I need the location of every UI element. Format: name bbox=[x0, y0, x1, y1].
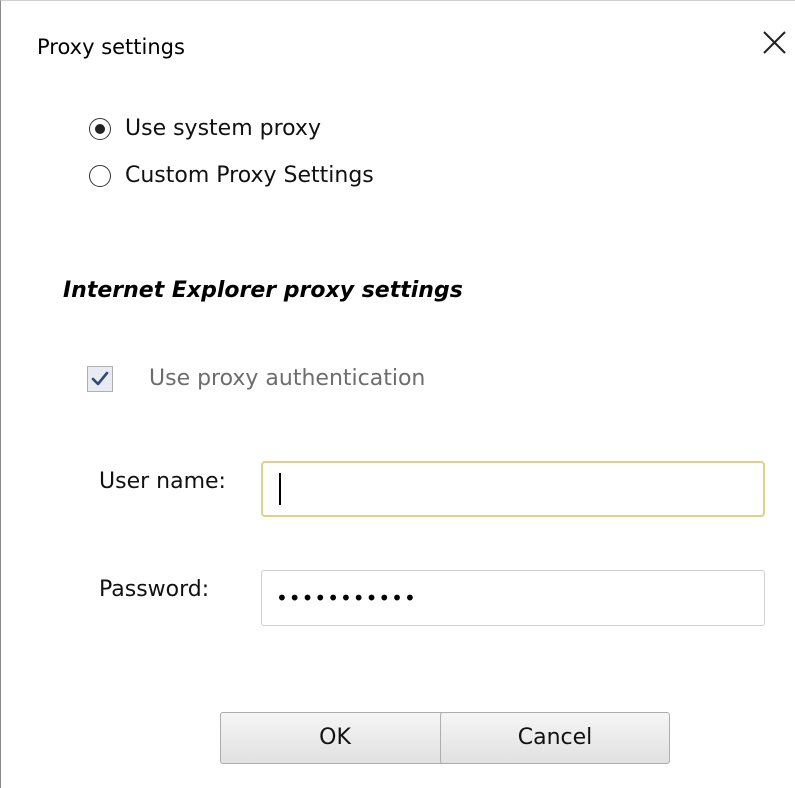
close-button[interactable] bbox=[759, 27, 795, 63]
text-caret bbox=[279, 473, 281, 505]
close-icon bbox=[763, 31, 786, 54]
use-proxy-authentication-label: Use proxy authentication bbox=[149, 366, 426, 391]
use-proxy-authentication-checkbox-row[interactable]: Use proxy authentication bbox=[87, 365, 425, 393]
radio-label-use-system-proxy: Use system proxy bbox=[125, 116, 321, 141]
dialog-title: Proxy settings bbox=[37, 35, 185, 59]
radio-button-selected[interactable] bbox=[89, 118, 111, 140]
password-input[interactable] bbox=[261, 570, 765, 626]
cancel-button[interactable]: Cancel bbox=[440, 712, 670, 764]
ok-button[interactable]: OK bbox=[220, 712, 450, 764]
section-title-ie-proxy: Internet Explorer proxy settings bbox=[63, 278, 463, 303]
radio-custom-proxy-settings[interactable]: Custom Proxy Settings bbox=[89, 162, 374, 190]
checkmark-icon bbox=[91, 371, 109, 386]
radio-use-system-proxy[interactable]: Use system proxy bbox=[89, 115, 321, 143]
username-label: User name: bbox=[99, 469, 226, 494]
radio-button-unselected[interactable] bbox=[89, 165, 111, 187]
username-input[interactable] bbox=[261, 461, 765, 517]
use-proxy-authentication-checkbox[interactable] bbox=[87, 366, 113, 392]
radio-label-custom-proxy-settings: Custom Proxy Settings bbox=[125, 163, 374, 188]
password-label: Password: bbox=[99, 577, 210, 602]
proxy-settings-dialog: Proxy settings Use system proxy Custom P… bbox=[0, 0, 795, 788]
